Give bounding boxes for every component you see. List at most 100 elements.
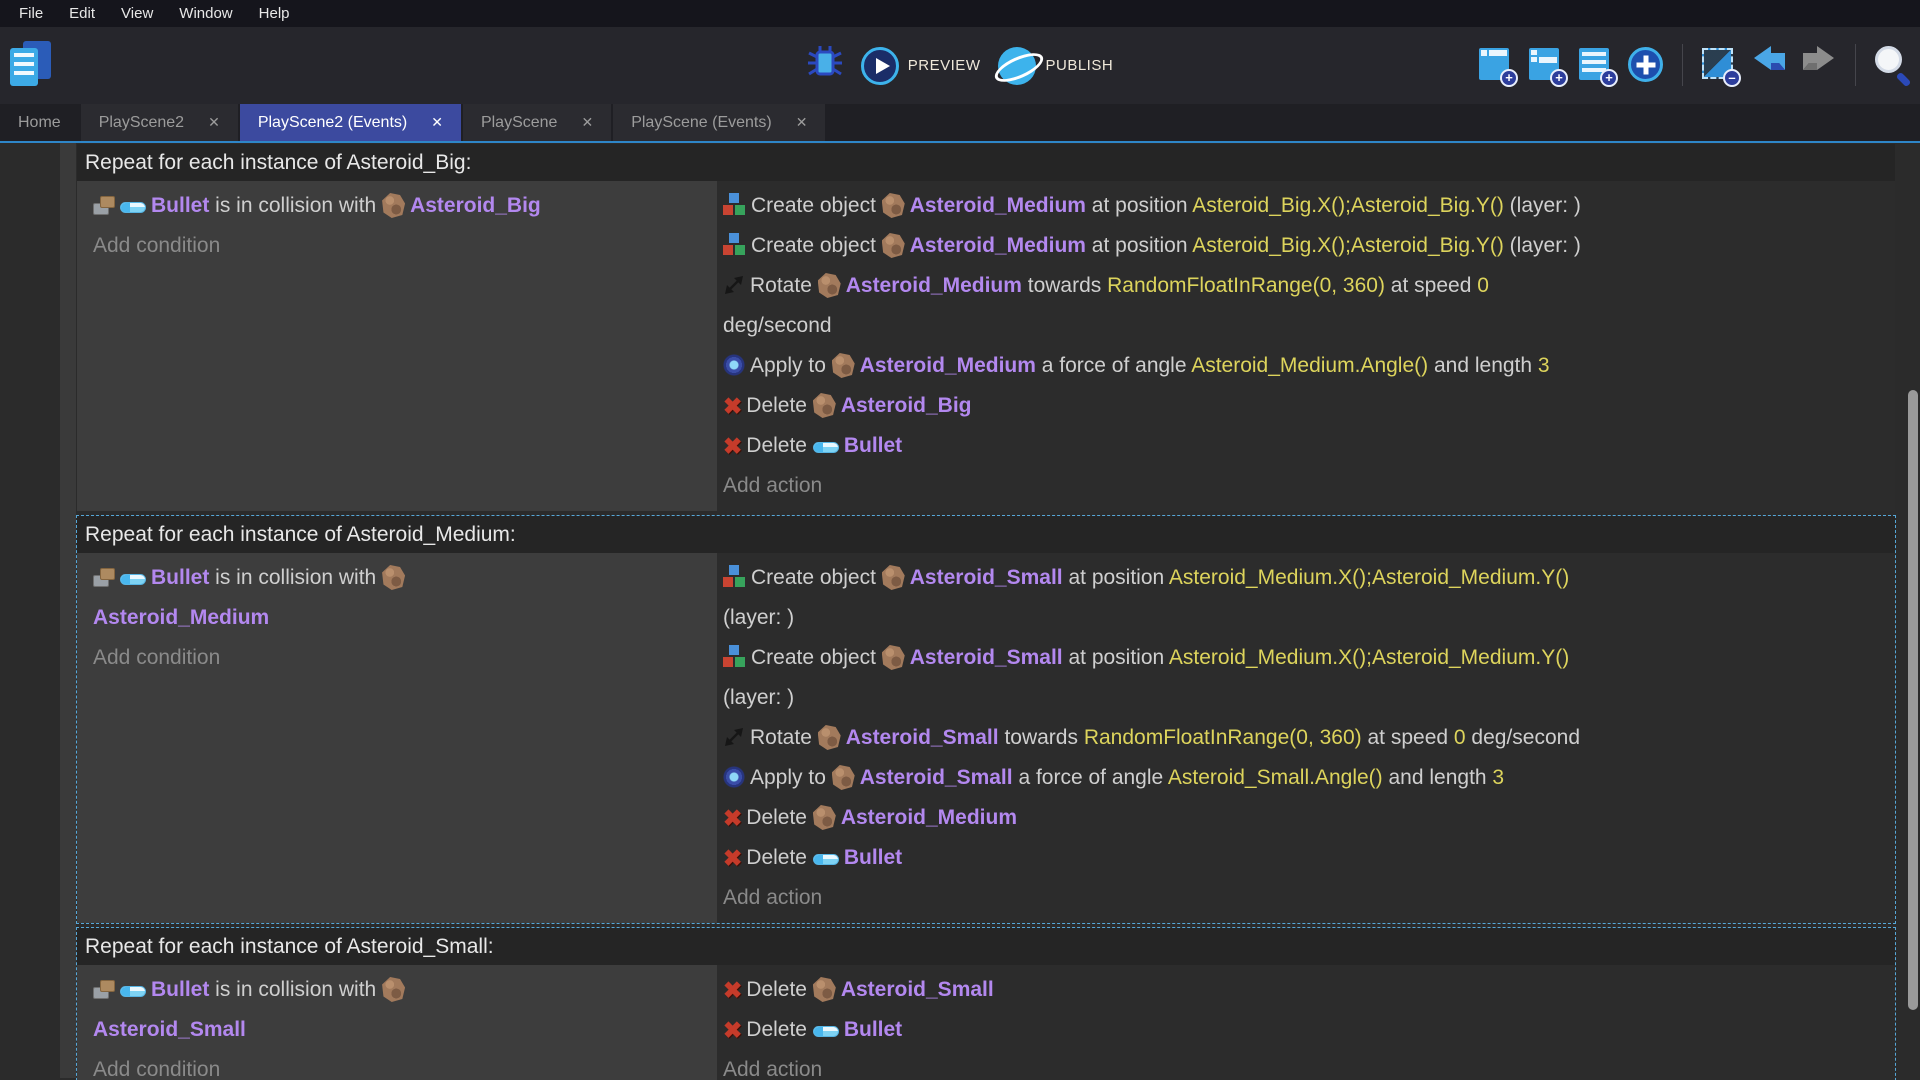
create-object-icon [723, 193, 746, 216]
add-event-icon[interactable]: + [1476, 43, 1518, 87]
add-subevent-icon[interactable]: + [1526, 43, 1568, 87]
condition-row[interactable]: Bullet is in collision with Asteroid_Big [93, 186, 709, 226]
add-condition-button[interactable]: Add condition [93, 226, 709, 266]
tab-PlayScene[interactable]: PlayScene ✕ [462, 104, 612, 141]
action-row[interactable]: ✖ Delete Bullet [723, 1010, 1887, 1050]
menu-item-window[interactable]: Window [166, 0, 245, 27]
tab-close-icon[interactable]: ✕ [431, 114, 443, 131]
events-gutter [60, 143, 76, 1078]
menu-item-view[interactable]: View [108, 0, 166, 27]
remove-event-icon[interactable]: – [1699, 43, 1741, 87]
add-action-button[interactable]: Add action [723, 466, 1887, 506]
row-text: Delete [746, 394, 813, 417]
action-row[interactable]: Apply to Asteroid_Small a force of angle… [723, 758, 1887, 798]
toolbar-separator [1682, 44, 1683, 86]
delete-icon: ✖ [723, 433, 743, 459]
row-text: at position [1062, 566, 1169, 589]
action-row[interactable]: (layer: ) [723, 678, 1887, 718]
expression: 0 [1453, 726, 1466, 749]
delete-icon: ✖ [723, 845, 743, 871]
add-comment-icon[interactable]: + [1576, 43, 1618, 87]
tab-label: PlayScene [480, 113, 558, 131]
row-text: towards [998, 726, 1084, 749]
event-header[interactable]: Repeat for each instance of Asteroid_Med… [77, 516, 1895, 553]
menu-item-help[interactable]: Help [246, 0, 303, 27]
tab-close-icon[interactable]: ✕ [208, 114, 220, 131]
menu-item-file[interactable]: File [6, 0, 56, 27]
row-text: Delete [746, 978, 813, 1001]
add-condition-button[interactable]: Add condition [93, 638, 709, 678]
row-text: Rotate [750, 726, 818, 749]
action-row[interactable]: ✖ Delete Bullet [723, 426, 1887, 466]
action-row[interactable]: ✖ Delete Bullet [723, 838, 1887, 878]
action-row[interactable]: ✖ Delete Asteroid_Big [723, 386, 1887, 426]
action-row[interactable]: ✖ Delete Asteroid_Small [723, 970, 1887, 1010]
add-new-icon[interactable] [1626, 43, 1666, 87]
event-header[interactable]: Repeat for each instance of Asteroid_Sma… [77, 928, 1895, 965]
menu-item-edit[interactable]: Edit [56, 0, 108, 27]
action-row[interactable]: Rotate Asteroid_Medium towards RandomFlo… [723, 266, 1887, 306]
tab-close-icon[interactable]: ✕ [796, 114, 808, 131]
publish-button[interactable]: PUBLISH [998, 46, 1113, 85]
vertical-scrollbar-thumb[interactable] [1908, 390, 1918, 1010]
object-name: Asteroid_Medium [909, 194, 1086, 217]
action-row[interactable]: Apply to Asteroid_Medium a force of angl… [723, 346, 1887, 386]
object-name: Bullet [151, 566, 210, 589]
row-text: Apply to [750, 354, 832, 377]
action-row[interactable]: Create object Asteroid_Small at position… [723, 638, 1887, 678]
bullet-object-icon [812, 854, 839, 865]
add-action-button[interactable]: Add action [723, 1050, 1887, 1080]
asteroid-object-icon [382, 565, 406, 590]
action-row[interactable]: (layer: ) [723, 598, 1887, 638]
action-row[interactable]: Create object Asteroid_Medium at positio… [723, 226, 1887, 266]
action-row[interactable]: deg/second [723, 306, 1887, 346]
tab-label: Home [18, 113, 61, 131]
action-row[interactable]: Create object Asteroid_Small at position… [723, 558, 1887, 598]
object-name: Asteroid_Small [859, 766, 1013, 789]
action-row[interactable]: Create object Asteroid_Medium at positio… [723, 186, 1887, 226]
search-icon[interactable] [1872, 43, 1912, 88]
bullet-object-icon [120, 202, 146, 213]
row-text: a force of angle [1012, 766, 1168, 789]
row-text: and length [1428, 354, 1538, 377]
condition-row[interactable]: Bullet is in collision with [93, 558, 709, 598]
delete-icon: ✖ [723, 977, 743, 1003]
object-name: Asteroid_Small [845, 726, 999, 749]
menu-bar: File Edit View Window Help [0, 0, 1920, 27]
event-header[interactable]: Repeat for each instance of Asteroid_Big… [77, 144, 1895, 181]
redo-icon[interactable] [1799, 43, 1839, 87]
bullet-object-icon [812, 1026, 839, 1037]
tab-Home[interactable]: Home [0, 104, 79, 141]
row-text: Create object [751, 194, 882, 217]
tab-PlayScene2 (Events)[interactable]: PlayScene2 (Events) ✕ [239, 104, 461, 141]
tab-PlayScene2[interactable]: PlayScene2 ✕ [80, 104, 238, 141]
create-object-icon [723, 233, 746, 256]
asteroid-object-icon [812, 393, 836, 418]
tab-PlayScene (Events)[interactable]: PlayScene (Events) ✕ [613, 104, 826, 141]
tab-label: PlayScene (Events) [631, 113, 772, 131]
event-body: Bullet is in collision with Asteroid_Sma… [77, 965, 1895, 1080]
row-text: and length [1382, 766, 1493, 789]
condition-row[interactable]: Bullet is in collision with [93, 970, 709, 1010]
condition-row[interactable]: Asteroid_Small [93, 1010, 709, 1050]
object-name: Asteroid_Small [909, 566, 1063, 589]
row-text: is in collision with [209, 978, 383, 1001]
add-condition-button[interactable]: Add condition [93, 1050, 709, 1080]
row-text: Create object [751, 234, 882, 257]
action-row[interactable]: Rotate Asteroid_Small towards RandomFloa… [723, 718, 1887, 758]
object-name: Asteroid_Medium [840, 806, 1018, 829]
action-row[interactable]: ✖ Delete Asteroid_Medium [723, 798, 1887, 838]
preview-button[interactable]: PREVIEW [860, 46, 981, 85]
row-text: deg/second [1465, 726, 1581, 749]
row-text: Delete [746, 846, 813, 869]
asteroid-object-icon [817, 725, 841, 750]
undo-icon[interactable] [1749, 43, 1789, 87]
add-action-button[interactable]: Add action [723, 878, 1887, 918]
debugger-bug-icon[interactable] [807, 43, 843, 88]
object-name: Bullet [151, 978, 210, 1001]
condition-row[interactable]: Asteroid_Medium [93, 598, 709, 638]
expression: 3 [1537, 354, 1550, 377]
row-text: (layer: ) [723, 606, 795, 629]
project-manager-icon[interactable] [10, 41, 54, 89]
tab-close-icon[interactable]: ✕ [581, 114, 593, 131]
